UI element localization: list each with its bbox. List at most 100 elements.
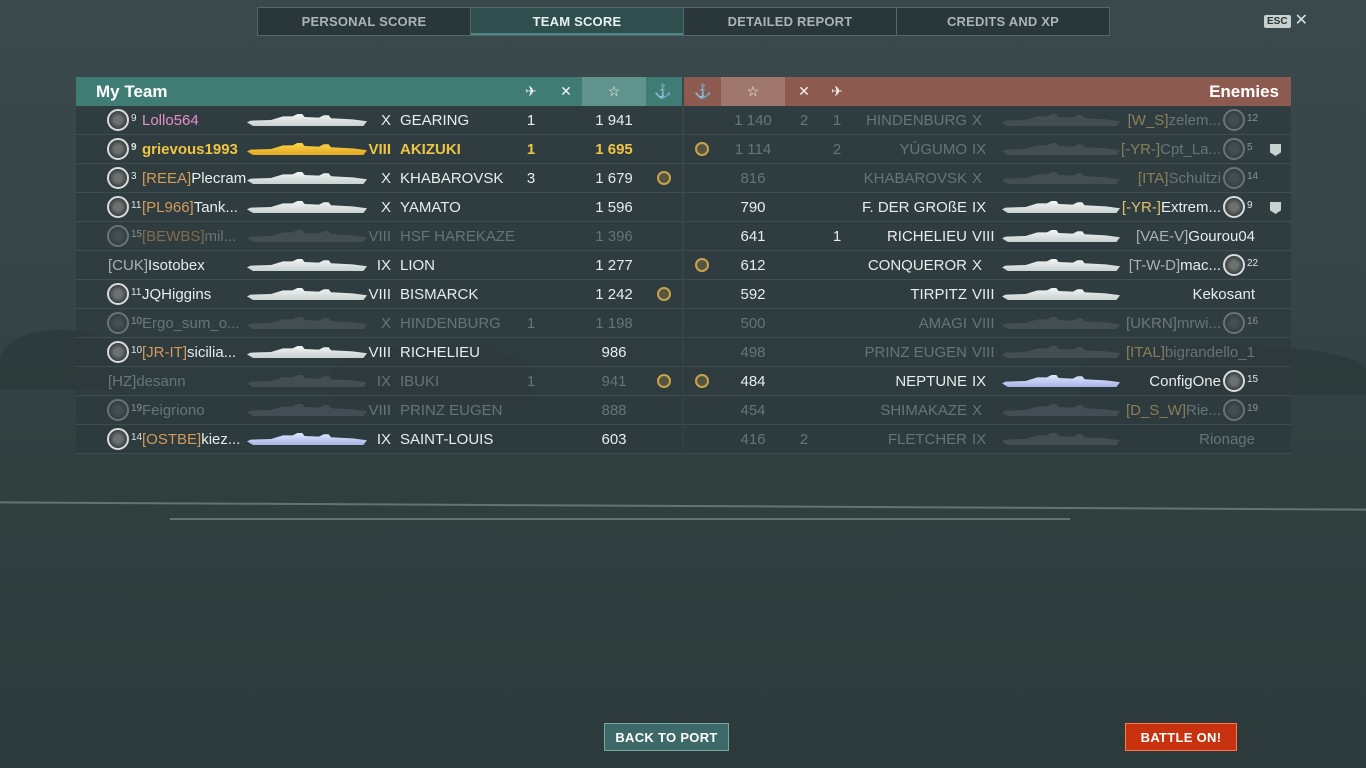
player-row[interactable]: 3 [REEA]Plecram X KHABAROVSK 3 1 679 (76, 164, 682, 193)
my-team-panel: My Team ✈ ✕ ☆ ⚓ 9 Lollo564 X GEARING 1 1 941 9… (76, 77, 682, 455)
player-level: 22 (1247, 258, 1259, 269)
ship-name: IBUKI (400, 373, 440, 390)
planes-count: 1 (832, 112, 842, 129)
ship-tier: X (972, 257, 983, 274)
battle-on-button[interactable]: BATTLE ON! (1125, 723, 1237, 751)
player-row[interactable]: 10 [JR-IT]sicilia... VIII RICHELIEU 986 (76, 338, 682, 367)
clan-tag: [-YR-] (1120, 141, 1161, 158)
player-name-cell: Rionage (1199, 425, 1255, 454)
enemies-panel: ⚓ ☆ ✕ ✈ Enemies 1 140 2 1 HINDENBURG X [W_S]z… (684, 77, 1291, 455)
player-row[interactable]: [CUK]Isotobex IX LION 1 277 (76, 251, 682, 280)
planes-count (516, 222, 546, 251)
rank-emblem-icon (1223, 399, 1245, 421)
ship-silhouette-icon (247, 317, 367, 329)
player-row[interactable]: 641 1 RICHELIEU VIII [VAE-V]Gourou04 (684, 222, 1291, 251)
score-value: 816 (740, 170, 766, 187)
ship-name: AKIZUKI (400, 141, 461, 158)
planes-count (822, 396, 852, 425)
player-row[interactable]: 19 Feigriono VIII PRINZ EUGEN 888 (76, 396, 682, 425)
player-name: sicilia... (187, 344, 237, 361)
player-name: Cpt_La... (1160, 141, 1221, 158)
player-name-cell: [D_S_W]Rie... (1126, 396, 1221, 425)
ship-name: GEARING (400, 112, 470, 129)
tab-personal-score[interactable]: PERSONAL SCORE (258, 8, 471, 35)
player-row[interactable]: 11 [PL966]Tank... X YAMATO 1 596 (76, 193, 682, 222)
my-team-title: My Team (96, 81, 168, 101)
player-level: 11 (131, 200, 142, 211)
ship-name: CONQUEROR (867, 257, 967, 274)
ship-silhouette-icon (1002, 404, 1120, 416)
ribbon-icon (695, 142, 709, 156)
enemy-rows: 1 140 2 1 HINDENBURG X [W_S]zelem... 12 1 114 2 Y… (684, 106, 1291, 454)
player-row[interactable]: 484 NEPTUNE IX ConfigOne 15 (684, 367, 1291, 396)
planes-count (516, 396, 546, 425)
player-row[interactable]: 416 2 FLETCHER IX Rionage (684, 425, 1291, 454)
tab-team-score[interactable]: TEAM SCORE (471, 8, 684, 35)
player-row[interactable]: [HZ]desann IX IBUKI 1 941 (76, 367, 682, 396)
player-row[interactable]: 592 TIRPITZ VIII Kekosant (684, 280, 1291, 309)
player-name: bigrandello_1 (1164, 344, 1255, 361)
rank-emblem-icon (107, 167, 129, 189)
player-name: desann (136, 373, 186, 390)
ship-silhouette-icon (1002, 288, 1120, 300)
player-level: 3 (131, 171, 137, 182)
ship-tier: X (972, 402, 983, 419)
player-row[interactable]: 1 114 2 YŪGUMO IX [-YR-]Cpt_La... 5 (684, 135, 1291, 164)
ship-name: FLETCHER (887, 431, 967, 448)
ship-tier: IX (972, 141, 987, 158)
clan-tag: [REEA] (142, 170, 192, 187)
ship-tier: X (380, 199, 391, 216)
clan-tag: [ITAL] (1126, 344, 1165, 361)
score-value: 1 596 (595, 199, 633, 216)
planes-count (822, 367, 852, 396)
clan-tag: [W_S] (1127, 112, 1169, 129)
frags-count (789, 338, 819, 367)
planes-icon: ✈ (525, 83, 537, 99)
ship-tier: VIII (972, 344, 995, 361)
player-row[interactable]: 10 Ergo_sum_o... X HINDENBURG 1 1 198 (76, 309, 682, 338)
player-row[interactable]: 15 [BEWBS]mil... VIII HSF HAREKAZE 1 396 (76, 222, 682, 251)
rank-emblem-icon (1223, 167, 1245, 189)
player-level: 12 (1247, 113, 1259, 124)
ship-tier: VIII (368, 344, 391, 361)
clan-tag: [JR-IT] (142, 344, 187, 361)
player-level: 16 (1247, 316, 1259, 327)
player-row[interactable]: 14 [OSTBE]kiez... IX SAINT-LOUIS 603 (76, 425, 682, 454)
back-to-port-button[interactable]: BACK TO PORT (604, 723, 729, 751)
score-value: 498 (740, 344, 766, 361)
planes-count (822, 425, 852, 454)
division-badge-icon (1270, 202, 1281, 214)
player-row[interactable]: 816 KHABAROVSK X [ITA]Schultzi 14 (684, 164, 1291, 193)
player-row[interactable]: 498 PRINZ EUGEN VIII [ITAL]bigrandello_1 (684, 338, 1291, 367)
tab-credits-and-xp[interactable]: CREDITS AND XP (897, 8, 1109, 35)
tab-detailed-report[interactable]: DETAILED REPORT (684, 8, 897, 35)
ship-silhouette-icon (1002, 375, 1120, 387)
ship-silhouette-icon (1002, 317, 1120, 329)
player-level: 19 (1247, 403, 1259, 414)
player-row[interactable]: 1 140 2 1 HINDENBURG X [W_S]zelem... 12 (684, 106, 1291, 135)
player-level: 14 (1247, 171, 1259, 182)
player-row[interactable]: 9 Lollo564 X GEARING 1 1 941 (76, 106, 682, 135)
ship-silhouette-icon (247, 259, 367, 271)
ship-tier: VIII (972, 315, 995, 332)
ship-name: KHABAROVSK (400, 170, 504, 187)
player-row[interactable]: 500 AMAGI VIII [UKRN]mrwi... 16 (684, 309, 1291, 338)
player-row[interactable]: 9 grievous1993 VIII AKIZUKI 1 1 695 (76, 135, 682, 164)
frags-count (789, 367, 819, 396)
ship-tier: VIII (368, 141, 391, 158)
player-name-cell: ConfigOne (1149, 367, 1221, 396)
planes-count: 3 (526, 170, 536, 187)
player-name-cell: [ITAL]bigrandello_1 (1126, 338, 1255, 367)
rank-emblem-icon (107, 399, 129, 421)
player-level: 5 (1247, 142, 1253, 153)
planes-count (516, 425, 546, 454)
player-name: Isotobex (148, 257, 205, 274)
player-row[interactable]: 11 JQHiggins VIII BISMARCK 1 242 (76, 280, 682, 309)
close-icon[interactable]: ✕ (1295, 13, 1308, 29)
player-row[interactable]: 612 CONQUEROR X [T-W-D]mac... 22 (684, 251, 1291, 280)
player-name: Feigriono (142, 402, 205, 419)
player-row[interactable]: 454 SHIMAKAZE X [D_S_W]Rie... 19 (684, 396, 1291, 425)
close-control[interactable]: ESC ✕ (1264, 13, 1308, 29)
ship-silhouette-icon (1002, 143, 1120, 155)
player-row[interactable]: 790 F. DER GROßE IX [-YR-]Extrem... 9 (684, 193, 1291, 222)
